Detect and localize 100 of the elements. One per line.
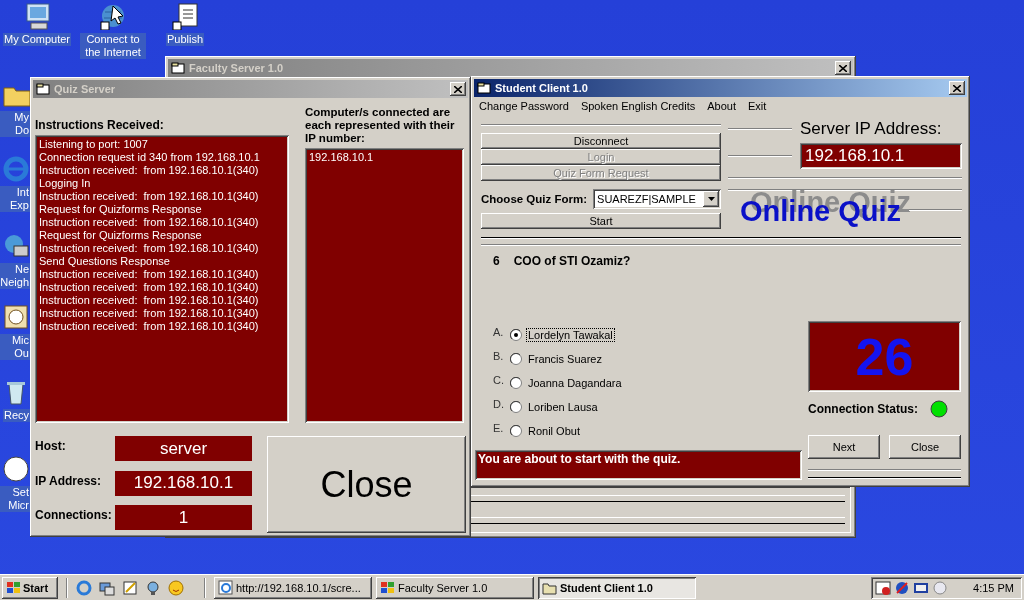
close-icon [839, 64, 847, 72]
clock: 4:15 PM [973, 581, 1014, 594]
log-line: Send Questions Response [39, 255, 171, 268]
option-letter: C. [493, 374, 505, 386]
log-line: Instruction received: from 192.168.10.1(340) [39, 164, 260, 177]
log-line: Instruction received: from 192.168.10.1(340) [39, 281, 260, 294]
section-label: Instructions Received: [35, 119, 165, 132]
log-line: Request for Quizforms Response [39, 203, 203, 216]
value-field: 192.168.10.1 [115, 470, 252, 496]
log-line: Instruction received: from 192.168.10.1(340) [39, 242, 260, 255]
quiz-form-dropdown[interactable]: SUAREZF|SAMPLE [593, 189, 721, 209]
icon-label[interactable]: My Computer [3, 33, 71, 46]
icon-label[interactable]: Recy [2, 409, 30, 422]
log-line: Instruction received: from 192.168.10.1(340) [39, 294, 260, 307]
log-line: Connection request id 340 from 192.168.10.1 [39, 151, 261, 164]
menu-item[interactable]: About [707, 100, 736, 112]
message-box: You are about to start with the quiz. [475, 450, 802, 480]
log-line: Instruction received: from 192.168.10.1(340) [39, 320, 260, 333]
window-icon [477, 82, 491, 94]
option-letter: D. [493, 398, 505, 410]
icon-label[interactable]: Mic Ou [0, 334, 30, 360]
quick-launch-icon[interactable] [145, 579, 161, 596]
list-item[interactable]: 192.168.10.1 [309, 151, 460, 164]
option-label[interactable]: Loriben Lausa [526, 400, 600, 414]
quick-launch-icon[interactable] [122, 579, 138, 596]
log-line: Logging In [39, 177, 92, 190]
icon-label[interactable]: Publish [165, 33, 205, 46]
window-title: Quiz Server [54, 83, 117, 95]
action-button[interactable]: Disconnect [481, 133, 721, 149]
log-line: Instruction received: from 192.168.10.1(340) [39, 307, 260, 320]
desktop-icon [2, 155, 30, 183]
field-label: Server IP Address: [800, 119, 942, 139]
app-icon [380, 580, 395, 595]
app-icon [218, 580, 233, 595]
option-label[interactable]: Joanna Dagandara [526, 376, 624, 390]
window-title: Faculty Server 1.0 [189, 62, 285, 74]
radio-button[interactable] [510, 425, 522, 437]
option-label[interactable]: Ronil Obut [526, 424, 582, 438]
log-line: Instruction received: from 192.168.10.1(340) [39, 216, 260, 229]
question-text: COO of STI Ozamiz? [513, 254, 631, 268]
tray-icon[interactable] [894, 579, 911, 596]
timer-display: 26 [808, 321, 961, 392]
tray-icon[interactable] [875, 579, 892, 596]
log-line: Listening to port: 1007 [39, 138, 149, 151]
close-button[interactable]: Close [267, 436, 466, 533]
quick-launch-icon[interactable] [99, 579, 115, 596]
field-label: IP Address: [35, 472, 103, 488]
close-button[interactable] [949, 81, 965, 95]
field-label: Connections: [35, 507, 113, 523]
radio-button[interactable] [510, 401, 522, 413]
option-letter: E. [493, 422, 505, 434]
window-icon [36, 83, 50, 95]
logo-text: Online Quiz [740, 194, 902, 228]
icon-label[interactable]: Ne Neigh [0, 263, 30, 289]
radio-button[interactable] [510, 353, 522, 365]
quick-launch-icon[interactable] [76, 579, 92, 596]
close-button[interactable] [450, 82, 466, 96]
next-button[interactable]: Next [808, 435, 880, 459]
value-field: server [115, 436, 252, 461]
radio-button[interactable] [510, 329, 522, 341]
desktop-icon [23, 2, 51, 30]
icon-label[interactable]: Connect to the Internet [80, 33, 146, 59]
desktop-icon [171, 2, 199, 30]
icon-label[interactable]: Int Exp [0, 186, 30, 212]
close-icon [454, 85, 462, 93]
close-button[interactable]: Close [889, 435, 961, 459]
server-ip-field: 192.168.10.1 [800, 143, 962, 169]
question-number: 6 [493, 254, 500, 268]
taskbar-button[interactable]: Faculty Server 1.0 [376, 576, 534, 599]
window-title: Student Client 1.0 [495, 82, 589, 94]
menu-item[interactable]: Spoken English Credits [580, 100, 696, 112]
window-icon [171, 62, 185, 74]
menu-item[interactable]: Change Password [479, 100, 569, 112]
desktop-icon [2, 455, 30, 483]
section-label: Computer/s connected are each represented with their IP number: [305, 106, 456, 145]
windows-flag-icon [6, 580, 21, 595]
icon-label[interactable]: Set Micr [0, 486, 30, 512]
field-label: Choose Quiz Form: [481, 193, 588, 205]
option-letter: A. [493, 326, 505, 338]
radio-button[interactable] [510, 377, 522, 389]
start-button[interactable]: Start [2, 576, 58, 599]
icon-label[interactable]: My Do [0, 111, 30, 137]
close-button[interactable] [835, 61, 851, 75]
status-label: Connection Status: [808, 402, 918, 416]
menu-item[interactable]: Exit [748, 100, 767, 112]
option-label[interactable]: Francis Suarez [526, 352, 604, 366]
app-icon [542, 580, 557, 595]
log-line: Instruction received: from 192.168.10.1(340) [39, 268, 260, 281]
caret-icon [707, 197, 715, 201]
field-label: Host: [35, 438, 67, 453]
start-button[interactable]: Start [481, 213, 721, 229]
option-letter: B. [493, 350, 505, 362]
taskbar-button[interactable]: http://192.168.10.1/scre... [214, 576, 372, 599]
log-line: Request for Quizforms Response [39, 229, 203, 242]
option-label[interactable]: Lordelyn Tawakal [526, 328, 615, 342]
desktop-icon [2, 303, 30, 331]
quick-launch-icon[interactable] [168, 579, 184, 596]
value-field: 1 [115, 505, 252, 531]
taskbar-button[interactable]: Student Client 1.0 [538, 576, 696, 599]
close-icon [953, 84, 961, 92]
